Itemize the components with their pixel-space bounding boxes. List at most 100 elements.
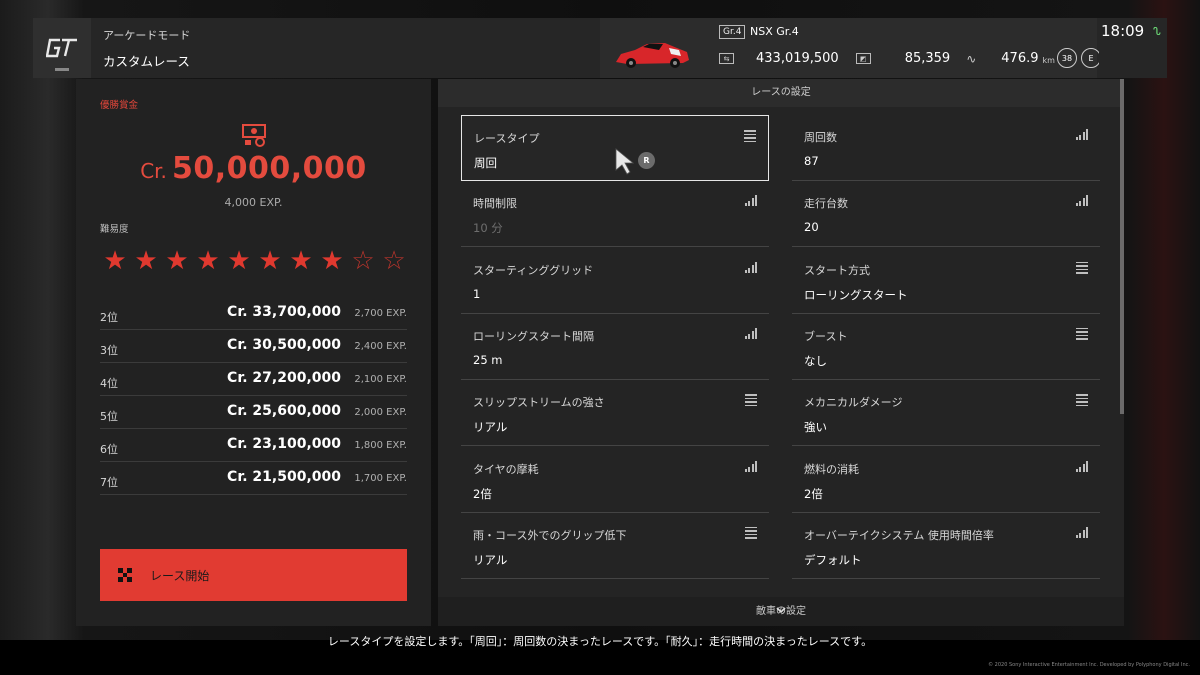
setting-value: 2倍 xyxy=(473,486,492,501)
list-option-icon xyxy=(1076,394,1088,407)
setting-3[interactable]: 走行台数 20 xyxy=(792,181,1100,248)
checkered-flag-icon xyxy=(118,568,132,582)
rank-exp: 2,100 EXP. xyxy=(354,374,407,385)
setting-value: リアル xyxy=(473,552,508,567)
star-filled-icon: ★ xyxy=(258,246,282,276)
list-option-icon xyxy=(1076,261,1088,274)
race-settings-panel: レースの設定 レースタイプ 周回 周回数 87 時間制限 10 分 走行台数 20 スターティン… xyxy=(438,79,1124,626)
car-image xyxy=(616,43,689,68)
rank-position: 6位 xyxy=(100,443,118,456)
setting-5[interactable]: スタート方式 ローリングスタート xyxy=(792,248,1100,314)
list-option-icon xyxy=(1076,327,1088,340)
rank-prize: Cr. 25,600,000 xyxy=(227,403,341,419)
credits-value: 433,019,500 xyxy=(756,51,839,66)
star-empty-icon: ☆ xyxy=(382,246,406,276)
prize-currency: Cr. xyxy=(140,159,167,183)
star-filled-icon: ★ xyxy=(103,246,127,276)
clock-block: 18:09 ᔐ xyxy=(1099,18,1167,78)
scrollbar[interactable] xyxy=(1120,79,1124,414)
car-info-block: Gr.4 NSX Gr.4 ⇆ 433,019,500 ◩ 85,359 ∿ 4… xyxy=(600,18,1123,78)
setting-label: スタート方式 xyxy=(804,263,870,277)
setting-8[interactable]: スリップストリームの強さ リアル xyxy=(461,380,769,447)
star-filled-icon: ★ xyxy=(227,246,251,276)
setting-value: デフォルト xyxy=(804,552,862,567)
setting-label: スリップストリームの強さ xyxy=(473,396,605,410)
setting-label: 周回数 xyxy=(804,131,837,144)
setting-13[interactable]: オーバーテイクシステム 使用時間倍率 デフォルト xyxy=(792,513,1100,579)
setting-value: 20 xyxy=(804,220,819,235)
list-option-icon xyxy=(745,394,757,407)
mode-line1: アーケードモード xyxy=(103,29,191,42)
slider-bars-icon xyxy=(745,261,757,273)
setting-6[interactable]: ローリングスタート間隔 25 m xyxy=(461,314,769,380)
setting-label: ローリングスタート間隔 xyxy=(473,329,594,343)
rank-exp: 2,000 EXP. xyxy=(354,407,407,418)
star-filled-icon: ★ xyxy=(165,246,189,276)
credits-icon: ⇆ xyxy=(719,53,734,64)
rank-prize: Cr. 21,500,000 xyxy=(227,469,341,485)
prize-panel: 優勝賞金 Cr. 50,000,000 4,000 EXP. 難易度 ★ ★ ★ ★ ★… xyxy=(76,79,431,626)
setting-1[interactable]: 周回数 87 xyxy=(792,115,1100,181)
help-text: レースタイプを設定します。「周回」：周回数の決まったレースです。「耐久」：走行時… xyxy=(327,635,873,648)
rank-prize: Cr. 27,200,000 xyxy=(227,370,341,386)
start-race-label: レース開始 xyxy=(150,568,210,583)
prize-label: 優勝賞金 xyxy=(100,100,139,111)
setting-label: レースタイプ xyxy=(474,132,540,145)
setting-label: メカニカルダメージ xyxy=(804,396,903,410)
clock: 18:09 xyxy=(1101,22,1145,40)
mileage-icon: ◩ xyxy=(855,53,871,64)
rank-position: 4位 xyxy=(100,377,118,390)
rank-exp: 2,700 EXP. xyxy=(354,308,407,319)
network-signal-icon: ᔐ xyxy=(1153,25,1161,38)
list-option-icon xyxy=(744,130,756,142)
list-option-icon xyxy=(745,526,757,539)
pointer-cursor-icon xyxy=(615,148,635,175)
license-badge[interactable]: E xyxy=(1081,48,1101,68)
rank-prize: Cr. 23,100,000 xyxy=(227,436,341,452)
distance-value: 476.9 xyxy=(1001,51,1039,66)
rank-position: 2位 xyxy=(100,311,118,324)
gt-logo-button[interactable] xyxy=(33,18,91,78)
rank-row: 6位 Cr. 23,100,000 1,800 EXP. xyxy=(100,429,407,462)
setting-7[interactable]: ブースト なし xyxy=(792,314,1100,380)
setting-value: 2倍 xyxy=(804,486,823,501)
prize-exp: 4,000 EXP. xyxy=(224,196,283,209)
setting-11[interactable]: 燃料の消耗 2倍 xyxy=(792,447,1100,513)
setting-value: 10 分 xyxy=(473,221,503,236)
setting-value: 25 m xyxy=(473,352,503,367)
logo-underline xyxy=(55,68,69,71)
setting-9[interactable]: メカニカルダメージ 強い xyxy=(792,380,1100,447)
rank-row: 3位 Cr. 30,500,000 2,400 EXP. xyxy=(100,330,407,363)
star-filled-icon: ★ xyxy=(196,246,220,276)
setting-value: 強い xyxy=(804,420,827,435)
setting-label: 時間制限 xyxy=(473,197,517,211)
start-race-button[interactable]: レース開始 xyxy=(100,549,407,601)
setting-4[interactable]: スターティンググリッド 1 xyxy=(461,248,769,314)
rank-row: 7位 Cr. 21,500,000 1,700 EXP. xyxy=(100,462,407,495)
setting-2[interactable]: 時間制限 10 分 xyxy=(461,181,769,248)
slider-bars-icon xyxy=(1076,460,1088,472)
gt-logo-icon xyxy=(46,38,77,58)
mode-title: アーケードモード カスタムレース xyxy=(103,27,190,70)
setting-label: 燃料の消耗 xyxy=(804,462,859,476)
difficulty-label: 難易度 xyxy=(100,224,129,235)
star-filled-icon: ★ xyxy=(320,246,344,276)
difficulty-stars: ★ ★ ★ ★ ★ ★ ★ ★ ☆ ☆ xyxy=(102,248,407,274)
star-empty-icon: ☆ xyxy=(351,246,375,276)
slider-bars-icon xyxy=(745,195,757,207)
setting-10[interactable]: タイヤの摩耗 2倍 xyxy=(461,447,769,513)
setting-12[interactable]: 雨・コース外でのグリップ低下 リアル xyxy=(461,513,769,579)
slider-bars-icon xyxy=(1076,129,1088,140)
player-stats: ⇆ 433,019,500 ◩ 85,359 ∿ 476.9 km xyxy=(719,51,1055,66)
slider-bars-icon xyxy=(745,327,757,339)
rank-row: 4位 Cr. 27,200,000 2,100 EXP. xyxy=(100,363,407,396)
level-badge[interactable]: 38 xyxy=(1057,48,1077,68)
slider-bars-icon xyxy=(1076,195,1088,207)
setting-label: 走行台数 xyxy=(804,197,848,211)
slider-bars-icon xyxy=(1076,526,1088,538)
settings-title: レースの設定 xyxy=(438,79,1124,107)
star-filled-icon: ★ xyxy=(134,246,158,276)
setting-value: なし xyxy=(804,353,827,368)
mileage-value: 85,359 xyxy=(904,51,951,66)
setting-label: ブースト xyxy=(804,329,848,343)
